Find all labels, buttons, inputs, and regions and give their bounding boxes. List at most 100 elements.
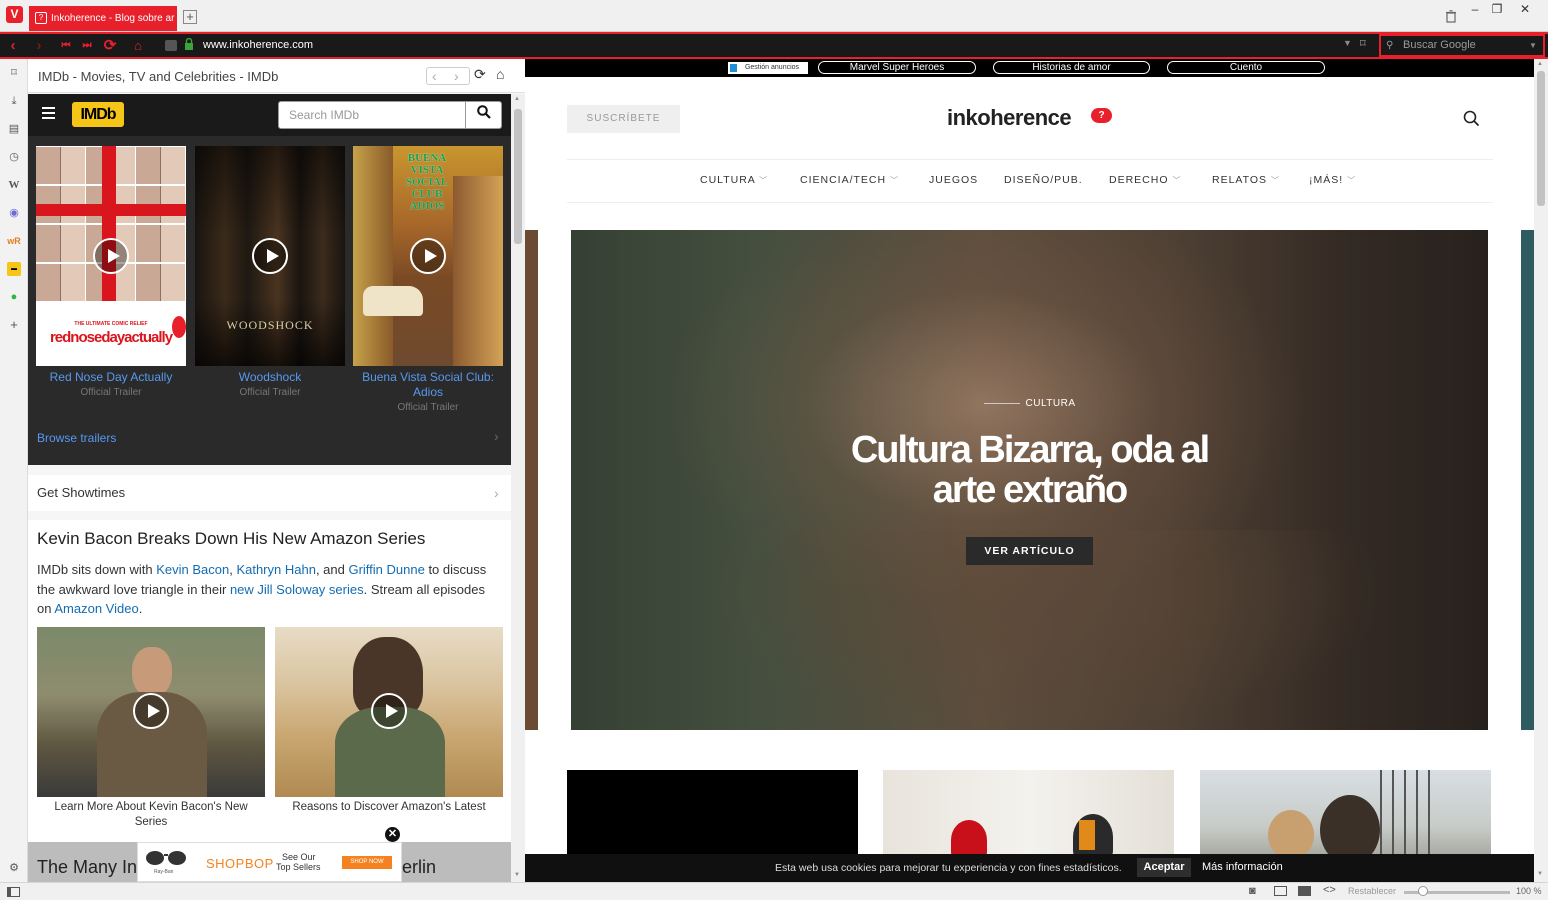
reload-button[interactable]: ⟳ — [101, 37, 119, 55]
chevron-right-icon[interactable]: › — [494, 428, 499, 444]
advertisement-banner[interactable]: Ray-Ban SHOPBOP See Our Top Sellers SHOP… — [137, 842, 402, 882]
nav-item-ciencia-tech[interactable]: CIENCIA/TECH ﹀ — [800, 174, 899, 186]
hero-slide[interactable]: CULTURA Cultura Bizarra, oda al arte extr… — [571, 230, 1488, 730]
scroll-down-icon[interactable]: ▼ — [1537, 871, 1543, 877]
play-icon[interactable] — [252, 238, 288, 274]
slider-prev-slide[interactable] — [525, 230, 538, 730]
url-dropdown-icon[interactable]: ▼ — [1343, 38, 1352, 48]
nav-item-relatos[interactable]: RELATOS ﹀ — [1212, 174, 1280, 186]
notes-panel-icon[interactable]: ▤ — [7, 122, 21, 136]
tab-active[interactable]: ? Inkoherence - Blog sobre ar — [29, 6, 177, 31]
whatsapp-panel-icon[interactable]: ● — [7, 290, 21, 304]
news-headline-partial[interactable]: The Many In — [37, 857, 137, 878]
nav-item-cultura[interactable]: CULTURA ﹀ — [700, 174, 768, 186]
url-field[interactable]: www.inkoherence.com ▼ ⌑ — [160, 36, 1374, 55]
site-info-icon[interactable] — [165, 40, 177, 51]
vivaldi-menu-button[interactable]: V — [6, 6, 23, 23]
panel-forward-icon[interactable]: › — [454, 68, 459, 84]
read-article-button[interactable]: VER ARTÍCULO — [966, 537, 1093, 565]
bookmarks-panel-icon[interactable]: ⌑ — [7, 66, 21, 80]
play-icon[interactable] — [133, 693, 169, 729]
more-info-link[interactable]: Más información — [1202, 861, 1283, 873]
page-scrollbar[interactable]: ▲ ▼ — [1534, 59, 1548, 882]
get-showtimes-link[interactable]: Get Showtimes › — [28, 475, 511, 511]
trailer-poster[interactable]: BUENA VISTA SOCIAL CLUB ADIOS — [353, 146, 503, 366]
settings-gear-icon[interactable]: ⚙ — [7, 861, 21, 875]
panel-scrollbar[interactable]: ▲ ▼ — [511, 94, 525, 882]
trailer-title[interactable]: Woodshock — [195, 370, 345, 385]
news-caption[interactable]: Reasons to Discover Amazon's Latest — [275, 800, 503, 815]
fast-forward-button[interactable]: ⏭ — [78, 37, 96, 55]
home-button[interactable]: ⌂ — [129, 37, 147, 55]
bookmark-item[interactable]: Cuento — [1167, 61, 1325, 74]
panel-back-icon[interactable]: ‹ — [432, 68, 437, 84]
site-logo[interactable]: inkoherence — [947, 105, 1072, 131]
bookmark-icon[interactable]: ⌑ — [1360, 37, 1366, 50]
imdb-panel-icon[interactable]: ▬ — [7, 262, 21, 276]
news-caption[interactable]: Learn More About Kevin Bacon's New Serie… — [37, 800, 265, 830]
play-icon[interactable] — [410, 238, 446, 274]
panel-home-icon[interactable]: ⌂ — [496, 66, 504, 82]
search-dropdown-icon[interactable]: ▼ — [1529, 36, 1537, 55]
subscribe-button[interactable]: SUSCRÍBETE — [567, 105, 680, 133]
bookmark-item[interactable]: Historias de amor — [993, 61, 1150, 74]
hamburger-menu-icon[interactable] — [42, 107, 55, 119]
back-button[interactable]: ‹ — [4, 37, 22, 55]
bookmark-item[interactable]: Gestión anuncios — [728, 62, 808, 74]
wr-panel-icon[interactable]: wR — [7, 234, 21, 248]
ad-cta-button[interactable]: SHOP NOW — [342, 856, 392, 869]
nav-item-juegos[interactable]: JUEGOS — [929, 174, 978, 186]
nav-item-diseno-pub[interactable]: DISEÑO/PUB. — [1004, 174, 1083, 186]
play-icon[interactable] — [371, 693, 407, 729]
nav-item-derecho[interactable]: DERECHO ﹀ — [1109, 174, 1181, 186]
trailer-poster[interactable]: WOODSHOCK — [195, 146, 345, 366]
panel-reload-icon[interactable]: ⟳ — [474, 66, 486, 83]
bookmark-item[interactable]: Marvel Super Heroes — [818, 61, 976, 74]
imdb-logo[interactable]: IMDb — [72, 102, 124, 127]
panel-toggle-icon[interactable] — [7, 887, 20, 897]
panel-scroll-thumb[interactable] — [514, 109, 522, 244]
wikipedia-panel-icon[interactable]: W — [7, 178, 21, 192]
kevin-bacon-link[interactable]: Kevin Bacon — [156, 562, 229, 577]
scroll-down-icon[interactable]: ▼ — [514, 872, 520, 878]
news-video-thumbnail[interactable] — [275, 627, 503, 797]
history-panel-icon[interactable]: ◷ — [7, 150, 21, 164]
news-headline[interactable]: Kevin Bacon Breaks Down His New Amazon S… — [37, 529, 425, 549]
series-link[interactable]: new Jill Soloway series — [230, 582, 364, 597]
add-panel-icon[interactable]: + — [7, 318, 21, 332]
close-ad-icon[interactable]: ✕ — [385, 827, 400, 842]
trash-icon[interactable] — [1440, 10, 1462, 24]
griffin-dunne-link[interactable]: Griffin Dunne — [348, 562, 424, 577]
new-tab-button[interactable]: + — [183, 10, 197, 24]
minimize-button[interactable]: – — [1464, 3, 1486, 17]
imdb-search-button[interactable] — [465, 101, 502, 129]
zoom-slider-handle[interactable] — [1418, 886, 1428, 896]
page-scroll-thumb[interactable] — [1537, 71, 1545, 206]
images-icon[interactable] — [1298, 886, 1311, 896]
hero-title[interactable]: Cultura Bizarra, oda al arte extraño — [571, 430, 1488, 510]
imdb-search-input[interactable]: Search IMDb — [278, 101, 466, 129]
news-headline-partial[interactable]: erlin — [402, 857, 436, 878]
play-icon[interactable] — [93, 238, 129, 274]
camera-icon[interactable]: ◙ — [1249, 885, 1256, 897]
page-actions-icon[interactable]: <> — [1323, 884, 1336, 896]
news-video-thumbnail[interactable] — [37, 627, 265, 797]
slider-next-slide[interactable] — [1521, 230, 1534, 730]
tiling-icon[interactable] — [1274, 886, 1287, 896]
nav-item-mas[interactable]: ¡MÁS! ﹀ — [1309, 174, 1356, 186]
trailer-title[interactable]: Buena Vista Social Club: Adios — [353, 370, 503, 400]
trailer-poster[interactable]: THE ULTIMATE COMIC RELIEF rednosedayactu… — [36, 146, 186, 366]
downloads-panel-icon[interactable]: ⤓ — [7, 94, 21, 108]
web-panel-icon[interactable]: ◉ — [7, 206, 21, 220]
scroll-up-icon[interactable]: ▲ — [1537, 61, 1543, 67]
amazon-video-link[interactable]: Amazon Video — [54, 601, 138, 616]
restore-button[interactable]: ❐ — [1486, 3, 1508, 17]
accept-cookies-button[interactable]: Aceptar — [1137, 858, 1191, 877]
close-window-button[interactable]: ✕ — [1514, 3, 1536, 17]
hero-category[interactable]: CULTURA — [571, 398, 1488, 409]
forward-button[interactable]: › — [30, 37, 48, 55]
rewind-button[interactable]: ⏮ — [57, 37, 75, 55]
zoom-reset-label[interactable]: Restablecer — [1348, 886, 1396, 896]
browse-trailers-link[interactable]: Browse trailers — [37, 431, 116, 445]
trailer-title[interactable]: Red Nose Day Actually — [36, 370, 186, 385]
